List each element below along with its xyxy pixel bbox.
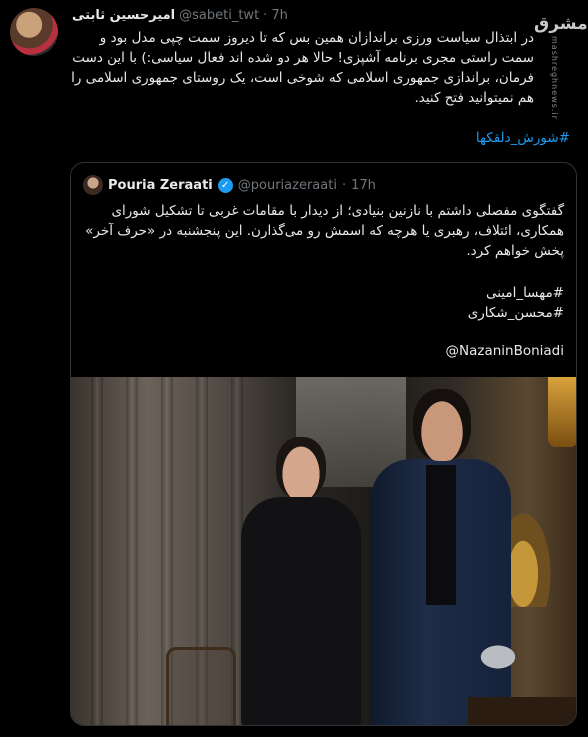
quoted-author-display-name[interactable]: Pouria Zeraati (108, 178, 213, 193)
quoted-author-avatar[interactable] (83, 175, 103, 195)
quoted-tweet-card[interactable]: Pouria Zeraati ✓ @pouriazeraati · 17h گف… (70, 162, 577, 726)
woman-body (241, 497, 361, 725)
hashtag-link[interactable]: #مهسا_امینی (83, 283, 564, 303)
woman-head (276, 437, 326, 499)
quoted-tweet-hashtags: #مهسا_امینی #محسن_شکاری (83, 283, 564, 323)
tweet-hashtag-link[interactable]: #شورش_دلقکها (70, 130, 570, 146)
separator-dot: · (341, 177, 347, 193)
tweet-body-text: در ابتذال سیاست ورزی براندازان همین بس ک… (71, 30, 534, 106)
man-head (413, 389, 471, 461)
separator-dot: · (263, 8, 268, 23)
watermark-logo-text: مشرق (534, 14, 588, 34)
tweet-header: امیرحسین ثابتی @sabeti_twt · 7h (72, 8, 288, 26)
person-woman (236, 437, 366, 725)
decorative-vase (468, 637, 528, 677)
author-handle[interactable]: @sabeti_twt (179, 8, 259, 23)
quoted-tweet-photo[interactable] (71, 377, 576, 725)
hashtag-link[interactable]: #محسن_شکاری (83, 303, 564, 323)
curtain-fold (126, 377, 138, 725)
tweet-timestamp[interactable]: 7h (271, 8, 288, 23)
mashregh-watermark-logo: مشرق mashreghnews.ir (534, 16, 588, 120)
watermark-site-text: mashreghnews.ir (550, 36, 559, 120)
author-display-name[interactable]: امیرحسین ثابتی (72, 8, 175, 23)
verified-badge-icon: ✓ (217, 177, 233, 193)
author-avatar[interactable] (10, 8, 58, 56)
curtain-fold (91, 377, 103, 725)
quoted-tweet-header: Pouria Zeraati ✓ @pouriazeraati · 17h (83, 175, 376, 195)
quoted-tweet-body-text: گفتگوی مفصلی داشتم با نازنین بنیادی؛ از … (85, 203, 564, 259)
man-shirt (426, 465, 456, 605)
chair (166, 647, 236, 725)
lamp-shade (548, 377, 576, 447)
mention-link[interactable]: @NazaninBoniadi (83, 343, 564, 359)
side-table (468, 697, 576, 725)
quoted-tweet-timestamp[interactable]: 17h (351, 178, 376, 193)
quoted-author-handle[interactable]: @pouriazeraati (238, 178, 337, 193)
